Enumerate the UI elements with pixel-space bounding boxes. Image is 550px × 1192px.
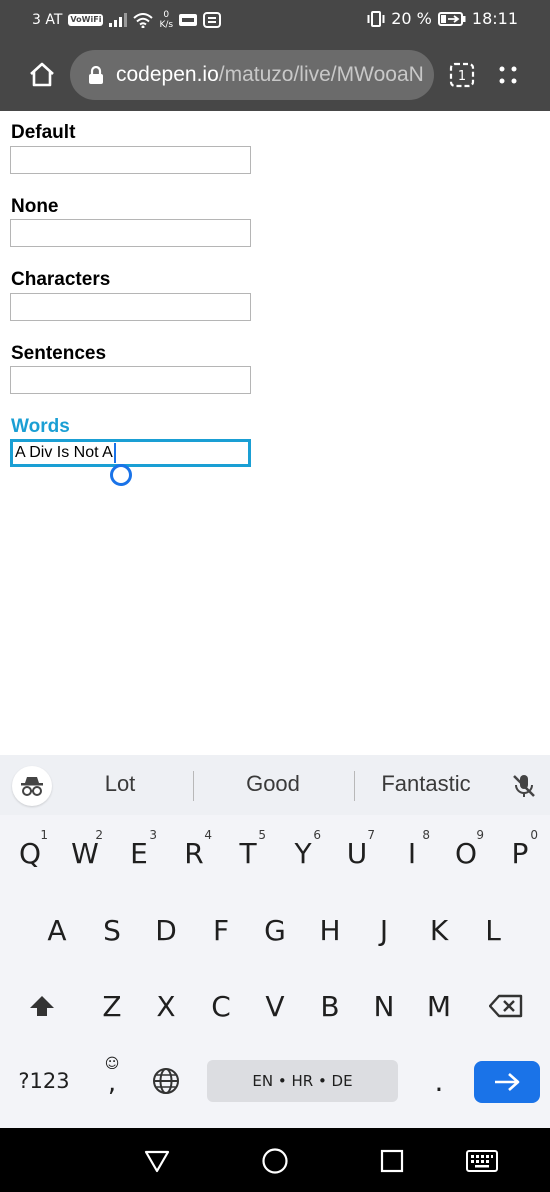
back-triangle-icon [144, 1150, 170, 1173]
keyboard: Lot Good Fantastic Q1 W2 E3 R4 T5 Y6 U7 … [0, 755, 550, 1128]
menu-button[interactable] [493, 60, 523, 90]
key-l[interactable]: L [467, 899, 519, 961]
svg-text:1: 1 [458, 69, 466, 84]
space-key[interactable]: EN • HR • DE [207, 1060, 398, 1102]
vowifi-badge: VoWiFi [68, 14, 104, 26]
key-t[interactable]: T5 [222, 822, 274, 884]
suggestion-1[interactable]: Lot [45, 771, 195, 797]
label-words: Words [11, 416, 70, 437]
key-e[interactable]: E3 [113, 822, 165, 884]
key-r[interactable]: R4 [168, 822, 220, 884]
emoji-comma-key[interactable]: ☺ , [86, 1050, 138, 1112]
globe-icon [153, 1068, 179, 1094]
key-m[interactable]: M [413, 975, 465, 1037]
label-sentences: Sentences [11, 343, 107, 364]
network-speed: 0 K/s [159, 10, 174, 30]
shift-icon [30, 996, 54, 1016]
input-words-value: A Div Is Not A [15, 444, 113, 462]
input-none[interactable] [10, 219, 251, 247]
suggestion-3[interactable]: Fantastic [351, 771, 501, 797]
key-o[interactable]: O9 [440, 822, 492, 884]
key-f[interactable]: F [195, 899, 247, 961]
lock-icon [89, 66, 103, 84]
home-nav-button[interactable] [260, 1146, 290, 1176]
url-host: codepen.io [116, 63, 219, 86]
url-path: /matuzo/live/MWooaN [218, 63, 424, 86]
keyboard-switch-button[interactable] [466, 1146, 498, 1176]
battery-percent: 20 % [391, 9, 432, 28]
key-i[interactable]: I8 [386, 822, 438, 884]
caret-handle[interactable] [110, 464, 132, 486]
status-bar: 3 AT VoWiFi 0 K/s 20 % 18:11 [0, 0, 550, 38]
imdb-icon [179, 14, 198, 26]
label-none: None [11, 196, 59, 217]
enter-key[interactable] [474, 1061, 540, 1103]
label-characters: Characters [11, 269, 111, 290]
backspace-key[interactable] [480, 975, 532, 1037]
recents-button[interactable] [377, 1146, 407, 1176]
key-g[interactable]: G [249, 899, 301, 961]
wifi-icon [133, 12, 154, 28]
home-icon [30, 62, 54, 87]
key-s[interactable]: S [86, 899, 138, 961]
signal-icon [109, 13, 128, 27]
suggestion-bar: Lot Good Fantastic [0, 755, 550, 815]
key-u[interactable]: U7 [331, 822, 383, 884]
vibrate-icon [367, 10, 385, 27]
input-words[interactable]: A Div Is Not A [10, 439, 251, 467]
period-key[interactable]: . [413, 1050, 465, 1112]
home-circle-icon [262, 1148, 288, 1174]
browser-toolbar: codepen.io/matuzo/live/MWooaN 1 [0, 38, 550, 111]
keyboard-icon [466, 1150, 498, 1172]
key-p[interactable]: P0 [494, 822, 546, 884]
key-b[interactable]: B [304, 975, 356, 1037]
suggestion-divider [193, 771, 194, 801]
symbols-key[interactable]: ?123 [12, 1050, 76, 1112]
text-caret [113, 443, 116, 463]
key-x[interactable]: X [140, 975, 192, 1037]
key-d[interactable]: D [140, 899, 192, 961]
key-y[interactable]: Y6 [277, 822, 329, 884]
navigation-bar [0, 1128, 550, 1192]
tabs-button[interactable]: 1 [447, 60, 477, 90]
arrow-right-icon [495, 1073, 520, 1091]
mic-off-icon[interactable] [510, 772, 538, 800]
tabs-icon: 1 [449, 62, 475, 88]
key-c[interactable]: C [195, 975, 247, 1037]
incognito-icon [21, 777, 43, 796]
url-bar[interactable]: codepen.io/matuzo/live/MWooaN [70, 50, 434, 100]
recents-square-icon [380, 1149, 404, 1173]
shift-key[interactable] [16, 975, 68, 1037]
message-icon [203, 12, 222, 28]
input-default[interactable] [10, 146, 251, 174]
battery-charging-icon [437, 11, 466, 26]
suggestion-2[interactable]: Good [198, 771, 348, 797]
key-z[interactable]: Z [86, 975, 138, 1037]
key-a[interactable]: A [31, 899, 83, 961]
key-q[interactable]: Q1 [4, 822, 56, 884]
menu-dots-icon [499, 66, 517, 84]
back-button[interactable] [142, 1146, 172, 1176]
key-k[interactable]: K [413, 899, 465, 961]
key-n[interactable]: N [358, 975, 410, 1037]
carrier-label: 3 AT [32, 12, 63, 28]
label-default: Default [11, 122, 76, 143]
backspace-icon [489, 994, 523, 1018]
language-key[interactable] [140, 1050, 192, 1112]
key-h[interactable]: H [304, 899, 356, 961]
key-j[interactable]: J [358, 899, 410, 961]
input-sentences[interactable] [10, 366, 251, 394]
clock: 18:11 [471, 9, 518, 28]
input-characters[interactable] [10, 293, 251, 321]
home-button[interactable] [24, 56, 60, 92]
key-w[interactable]: W2 [59, 822, 111, 884]
key-v[interactable]: V [249, 975, 301, 1037]
